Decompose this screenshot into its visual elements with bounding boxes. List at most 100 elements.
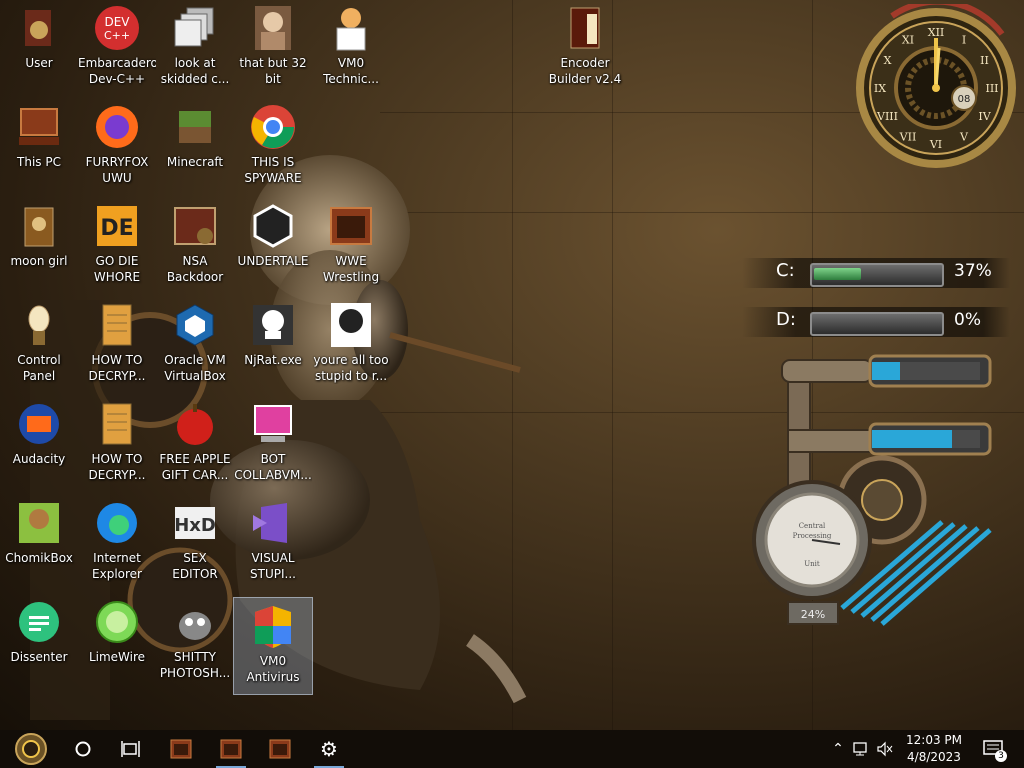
desktop-icon-label: UNDERTALE: [237, 254, 309, 268]
nsa-icon: [171, 202, 219, 250]
controlpanel-icon: [15, 301, 63, 349]
desktop-icon-audacity[interactable]: Audacity: [0, 396, 78, 492]
desktop-icon-njrat[interactable]: NjRat.exe: [234, 297, 312, 393]
desktop-icon-howto2[interactable]: HOW TO DECRYP...: [78, 396, 156, 492]
desktop-icon-label: GO DIE WHORE: [93, 254, 141, 284]
desktop-icon-nsa[interactable]: NSA Backdoor: [156, 198, 234, 294]
volume-muted-icon: [877, 741, 893, 757]
user-icon: [15, 4, 63, 52]
audacity-icon: [15, 400, 63, 448]
desktop-icon-user[interactable]: User: [0, 0, 78, 96]
thispc-icon: [15, 103, 63, 151]
desktop-icon-wwe[interactable]: WWE Wrestling: [312, 198, 390, 294]
desktop-icon-thispc[interactable]: This PC: [0, 99, 78, 195]
undertale-icon: [249, 202, 297, 250]
desktop-icon-label: Embarcadero Dev-C++: [78, 56, 156, 86]
taskbar-app-1[interactable]: [162, 730, 200, 768]
desktop-icon-sexeditor[interactable]: HxD SEX EDITOR: [156, 495, 234, 591]
action-center-button[interactable]: 3: [978, 730, 1010, 768]
encoder-icon: [561, 4, 609, 52]
moongirl-icon: [15, 202, 63, 250]
desktop-icon-label: NjRat.exe: [244, 353, 302, 367]
desktop-icon-label: SEX EDITOR: [172, 551, 218, 581]
taskbar-settings[interactable]: ⚙: [310, 730, 348, 768]
desktop-icon-dissenter[interactable]: Dissenter: [0, 594, 78, 690]
desktop-icon-stupid[interactable]: youre all too stupid to r...: [312, 297, 390, 393]
clock-numeral: VIII: [876, 110, 898, 123]
clock-date: 08: [958, 94, 971, 105]
settings-gear-icon: ⚙: [320, 737, 338, 761]
desktop-icon-chomikbox[interactable]: ChomikBox: [0, 495, 78, 591]
desktop-icon-furryfox[interactable]: FURRYFOX UWU: [78, 99, 156, 195]
desktop-icon-minecraft[interactable]: Minecraft: [156, 99, 234, 195]
desktop-icon-label: Internet Explorer: [92, 551, 142, 581]
start-button[interactable]: [0, 730, 62, 768]
desktop-icon-skidded[interactable]: look at skidded c...: [156, 0, 234, 96]
desktop-icon-encoder[interactable]: Encoder Builder v2.4: [546, 0, 624, 96]
task-view-icon: [121, 741, 140, 757]
task-view-button[interactable]: [112, 730, 150, 768]
clock-numeral: VI: [929, 138, 942, 151]
furryfox-icon: [93, 103, 141, 151]
desktop-icon-botcollab[interactable]: BOT COLLABVM...: [234, 396, 312, 492]
search-button[interactable]: [64, 730, 102, 768]
taskbar-time: 12:03 PM: [906, 733, 962, 747]
desktop-icon-godie[interactable]: DE GO DIE WHORE: [78, 198, 156, 294]
desktop-icon-howto1[interactable]: HOW TO DECRYP...: [78, 297, 156, 393]
bit32-icon: [249, 4, 297, 52]
desktop-icon-ie[interactable]: Internet Explorer: [78, 495, 156, 591]
desktop-icon-label: NSA Backdoor: [166, 254, 224, 284]
tray-volume[interactable]: [874, 730, 896, 768]
taskbar: ⚙ ⌃ 12:03 PM 4/8/2023 3: [0, 730, 1024, 768]
svg-text:HxD: HxD: [174, 515, 216, 536]
desktop-icon-label: Audacity: [12, 452, 66, 466]
cpu-label-2: Processing: [793, 532, 832, 540]
drive-c-letter: C:: [776, 260, 795, 281]
drive-d-tube: [810, 312, 944, 336]
tray-overflow-button[interactable]: ⌃: [828, 730, 848, 768]
oraclevm-icon: [171, 301, 219, 349]
desktop-icon-label: Control Panel: [17, 353, 61, 383]
drive-c-tube: [810, 263, 944, 287]
desktop-icon-vm0antivirus[interactable]: VM0 Antivirus: [233, 597, 313, 695]
desktop-icon-controlpanel[interactable]: Control Panel: [0, 297, 78, 393]
desktop-icon-applegift[interactable]: FREE APPLE GIFT CAR...: [156, 396, 234, 492]
desktop-icon-label: look at skidded c...: [160, 56, 230, 86]
drive-c-percent: 37%: [954, 261, 992, 281]
desktop-icon-undertale[interactable]: UNDERTALE: [234, 198, 312, 294]
taskbar-app-2[interactable]: [212, 730, 250, 768]
desktop-icon-oraclevm[interactable]: Oracle VM VirtualBox: [156, 297, 234, 393]
clock-numeral: XII: [928, 26, 945, 39]
desktop-icon-bit32[interactable]: that but 32 bit: [234, 0, 312, 96]
minecraft-icon: [171, 103, 219, 151]
taskbar-clock[interactable]: 12:03 PM 4/8/2023: [896, 732, 972, 766]
app-window-icon: [220, 739, 242, 759]
skidded-icon: [171, 4, 219, 52]
tray-network[interactable]: [850, 730, 874, 768]
start-gear-icon: [15, 733, 47, 765]
svg-text:C++: C++: [104, 29, 130, 42]
desktop-icon-label: Dissenter: [10, 650, 68, 664]
desktop-icon-shittyphotosh[interactable]: SHITTY PHOTOSH...: [156, 594, 234, 690]
desktop-icon-label: This PC: [17, 155, 61, 169]
taskbar-app-3[interactable]: [261, 730, 299, 768]
desktop-icon-visualstupi[interactable]: VISUAL STUPI...: [234, 495, 312, 591]
vm0tech-icon: [327, 4, 375, 52]
desktop-icon-label: BOT COLLABVM...: [234, 452, 312, 482]
cpu-label-1: Central: [799, 522, 826, 530]
search-circle-icon: [75, 741, 91, 757]
clock-numeral: IV: [978, 110, 991, 123]
desktop-icon-devcpp[interactable]: DEV C++ Embarcadero Dev-C++: [78, 0, 156, 96]
clock-numeral: IX: [874, 82, 886, 95]
desktop-icon-limewire[interactable]: LimeWire: [78, 594, 156, 690]
dissenter-icon: [15, 598, 63, 646]
desktop-icon-label: VISUAL STUPI...: [250, 551, 296, 581]
svg-text:DE: DE: [100, 216, 133, 241]
desktop-icon-vm0tech[interactable]: VM0 Technic...: [312, 0, 390, 96]
desktop-icon-label: that but 32 bit: [239, 56, 307, 86]
desktop-icon-moongirl[interactable]: moon girl: [0, 198, 78, 294]
desktop-icon-spyware[interactable]: THIS IS SPYWARE: [234, 99, 312, 195]
desktop-icon-label: VM0 Technic...: [323, 56, 379, 86]
shittyphotosh-icon: [171, 598, 219, 646]
drive-c-meter: C: 37%: [742, 258, 1010, 288]
